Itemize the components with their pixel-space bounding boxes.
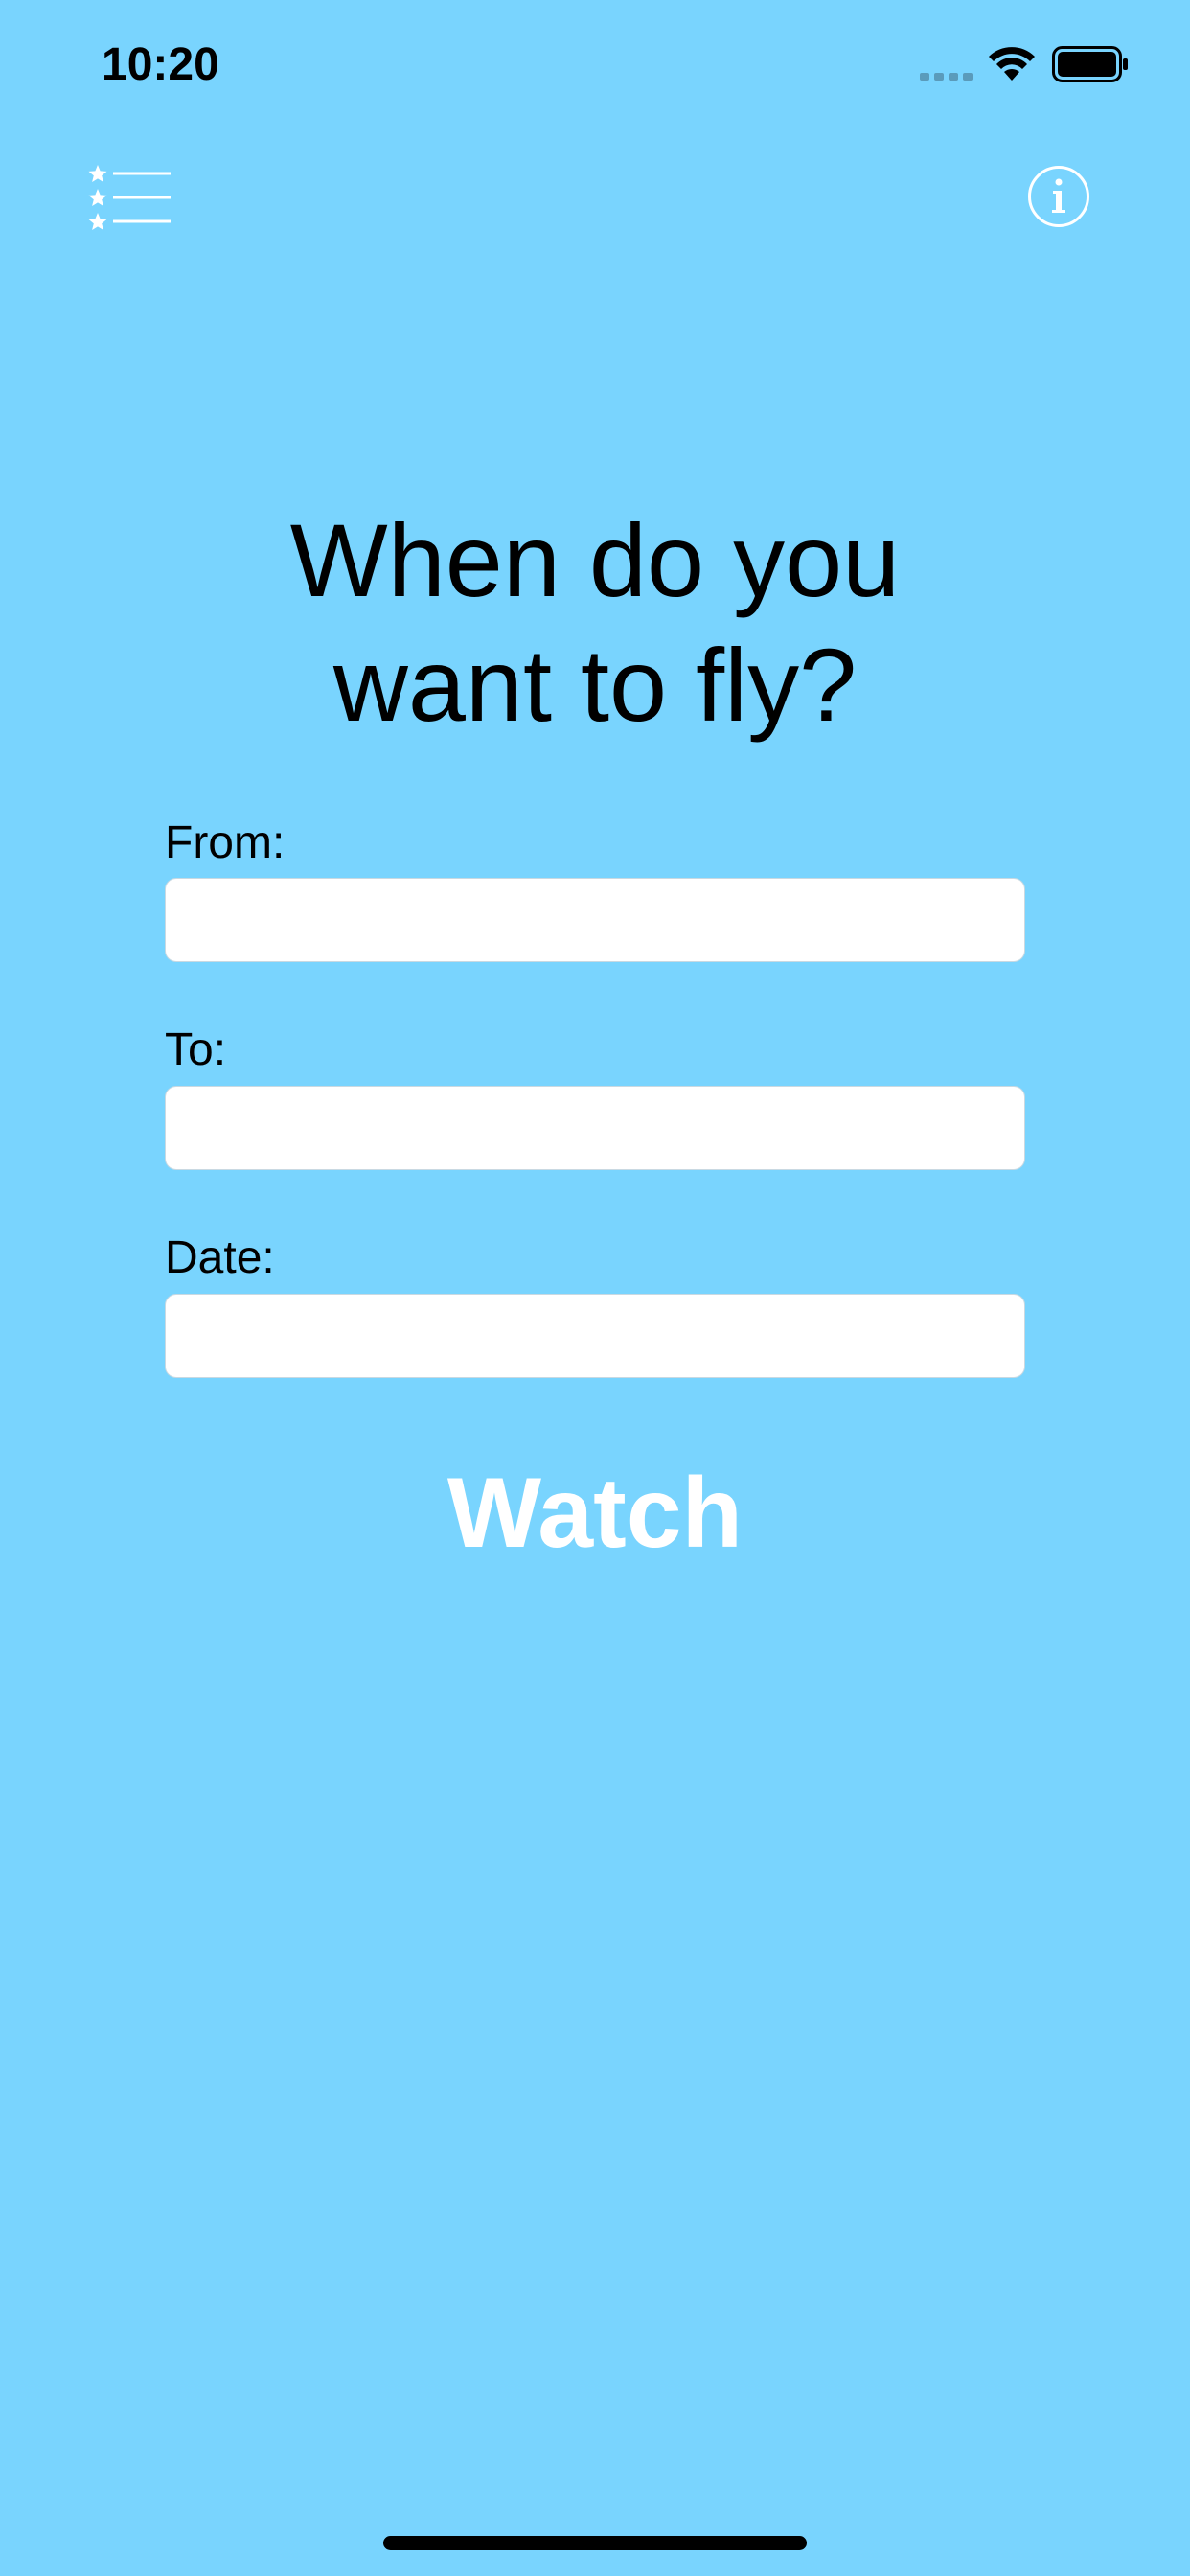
- battery-icon: [1052, 46, 1128, 82]
- app-screen: 10:20 When do you want to fly? From: To:: [0, 0, 1190, 2576]
- home-indicator: [383, 2536, 807, 2550]
- to-label: To:: [165, 1024, 227, 1075]
- status-time: 10:20: [102, 39, 219, 90]
- from-input[interactable]: [165, 878, 1025, 962]
- cellular-signal-icon: [920, 73, 973, 80]
- page-title: When do you want to fly?: [289, 502, 901, 743]
- info-icon[interactable]: [1027, 165, 1090, 228]
- date-label: Date:: [165, 1232, 275, 1283]
- favorites-list-icon[interactable]: [86, 163, 172, 234]
- from-label: From:: [165, 817, 286, 868]
- date-input[interactable]: [165, 1294, 1025, 1378]
- watch-button[interactable]: Watch: [0, 1457, 1190, 1571]
- to-input[interactable]: [165, 1086, 1025, 1170]
- wifi-icon: [989, 47, 1035, 80]
